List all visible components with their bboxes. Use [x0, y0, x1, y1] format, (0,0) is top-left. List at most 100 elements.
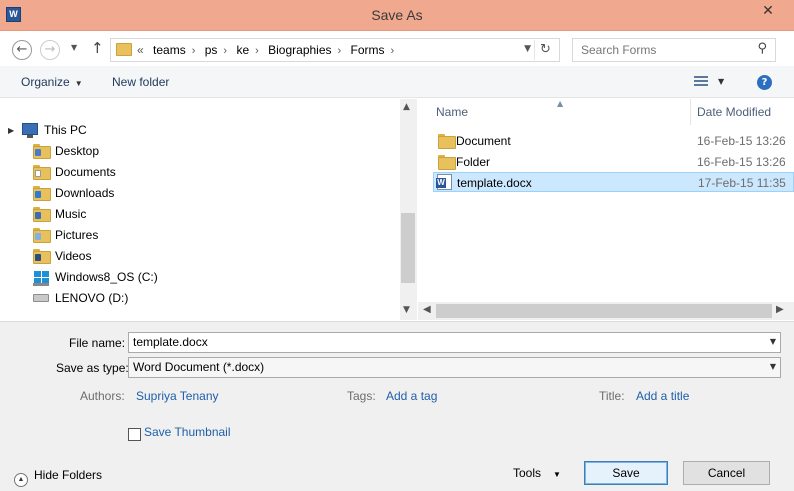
title-bar: W Save As ✕ — [0, 0, 794, 31]
cancel-button[interactable]: Cancel — [683, 461, 770, 485]
pictures-folder-icon — [33, 228, 51, 243]
nav-pane-vertical-scrollbar[interactable]: ▲ ▼ — [400, 99, 416, 320]
breadcrumb-item[interactable]: Biographies — [268, 43, 331, 57]
hide-folders-label: Hide Folders — [34, 468, 103, 482]
scrollbar-thumb[interactable] — [436, 304, 772, 318]
column-header-date-modified[interactable]: Date Modified — [690, 99, 794, 125]
file-name: Document — [456, 134, 511, 148]
scroll-up-icon[interactable]: ▲ — [403, 102, 410, 112]
save-thumbnail-label[interactable]: Save Thumbnail — [144, 425, 231, 439]
column-header-name[interactable]: Name — [418, 99, 690, 125]
save-details-panel: File name: template.docx ▼ Save as type:… — [0, 321, 794, 491]
search-box[interactable]: Search Forms ⚲ — [572, 38, 776, 62]
view-options-icon[interactable] — [694, 76, 708, 88]
scroll-left-icon[interactable]: ◀ — [423, 304, 431, 315]
breadcrumb-item[interactable]: Forms — [351, 43, 385, 57]
chevron-right-icon[interactable]: › — [192, 45, 196, 57]
window-title: Save As — [371, 7, 423, 23]
breadcrumb-overflow[interactable]: « — [137, 43, 144, 57]
scroll-down-icon[interactable]: ▼ — [403, 305, 410, 315]
save-as-type-select[interactable]: Word Document (*.docx) ▼ — [128, 357, 781, 378]
file-date: 16-Feb-15 13:26 — [697, 155, 786, 169]
music-folder-icon — [33, 207, 51, 222]
chevron-right-icon[interactable]: › — [338, 45, 342, 57]
breadcrumb-item[interactable]: ke — [236, 43, 249, 57]
documents-folder-icon — [33, 165, 51, 180]
file-name: template.docx — [457, 176, 532, 190]
close-button[interactable]: ✕ — [752, 0, 784, 22]
address-bar[interactable]: « teams › ps › ke › Biographies › Forms › ▼ ↻ — [110, 38, 560, 62]
file-list-horizontal-scrollbar[interactable]: ◀ ▶ — [418, 302, 794, 320]
caret-down-icon: ▼ — [74, 79, 83, 88]
save-as-type-value: Word Document (*.docx) — [133, 360, 265, 374]
tree-item-label: Downloads — [55, 186, 115, 200]
save-button[interactable]: Save — [584, 461, 668, 485]
tree-item-label: Music — [55, 207, 87, 221]
collapse-up-icon: ▲ — [14, 473, 28, 487]
drive-icon — [33, 294, 49, 302]
save-thumbnail-checkbox[interactable] — [128, 428, 141, 441]
tree-item-label: Pictures — [55, 228, 99, 242]
address-dropdown-icon[interactable]: ▼ — [524, 44, 531, 54]
back-button[interactable]: ← — [12, 40, 32, 60]
chevron-right-icon[interactable]: › — [223, 45, 227, 57]
tree-item-label: This PC — [44, 123, 87, 137]
tags-label: Tags: — [347, 389, 376, 403]
refresh-icon[interactable]: ↻ — [534, 40, 556, 60]
scrollbar-thumb[interactable] — [401, 213, 415, 283]
tree-item-label: Windows8_OS (C:) — [55, 270, 158, 284]
chevron-right-icon[interactable]: › — [391, 45, 395, 57]
search-icon[interactable]: ⚲ — [757, 41, 767, 56]
tools-label: Tools — [513, 466, 542, 480]
file-name-value: template.docx — [133, 335, 208, 349]
videos-folder-icon — [33, 249, 51, 264]
tree-item-label: Videos — [55, 249, 92, 263]
folder-icon — [438, 134, 456, 149]
file-row[interactable]: Document 16-Feb-15 13:26 — [433, 131, 794, 151]
folder-icon — [116, 43, 132, 56]
scroll-right-icon[interactable]: ▶ — [776, 304, 784, 315]
title-label: Title: — [599, 389, 625, 403]
pc-icon — [22, 123, 38, 138]
organize-button[interactable]: Organize ▼ — [21, 75, 83, 89]
view-options-dropdown-icon[interactable]: ▼ — [718, 77, 724, 86]
column-header-label: Name — [436, 105, 469, 119]
file-row-selected[interactable]: template.docx 17-Feb-15 11:35 — [433, 172, 794, 192]
expand-caret-icon[interactable]: ▶ — [8, 126, 14, 135]
title-value[interactable]: Add a title — [636, 389, 689, 403]
hide-folders-button[interactable]: ▲ Hide Folders — [14, 468, 102, 487]
save-as-type-label: Save as type: — [56, 361, 129, 375]
new-folder-button[interactable]: New folder — [112, 75, 169, 89]
authors-label: Authors: — [80, 389, 125, 403]
windows-drive-icon — [33, 270, 49, 286]
authors-value[interactable]: Supriya Tenany — [136, 389, 219, 403]
chevron-down-icon[interactable]: ▼ — [770, 337, 776, 346]
breadcrumb-item[interactable]: teams — [153, 43, 186, 57]
forward-button[interactable]: → — [40, 40, 60, 60]
recent-locations-dropdown-icon[interactable]: ▼ — [71, 43, 77, 52]
file-name: Folder — [456, 155, 491, 169]
tools-button[interactable]: Tools ▼ — [513, 466, 561, 480]
organize-label: Organize — [21, 75, 70, 89]
breadcrumb-item[interactable]: ps — [205, 43, 218, 57]
tree-item-label: Desktop — [55, 144, 100, 158]
tags-value[interactable]: Add a tag — [386, 389, 437, 403]
file-date: 16-Feb-15 13:26 — [697, 134, 786, 148]
navigation-bar: ← → ▼ ↑ « teams › ps › ke › Biographies › Fo… — [0, 31, 794, 65]
navigation-pane: ▶ This PC Desktop Documents Downloads Mu… — [0, 99, 417, 320]
search-input[interactable]: Search Forms — [581, 43, 656, 57]
breadcrumb: « teams › ps › ke › Biographies › Forms › — [137, 43, 400, 57]
up-button[interactable]: ↑ — [91, 39, 104, 57]
chevron-right-icon[interactable]: › — [255, 45, 259, 57]
downloads-folder-icon — [33, 186, 51, 201]
file-name-label: File name: — [69, 336, 126, 350]
tree-item-label: Documents — [55, 165, 116, 179]
help-icon[interactable]: ? — [757, 75, 772, 90]
file-row[interactable]: Folder 16-Feb-15 13:26 — [433, 152, 794, 172]
command-toolbar: Organize ▼ New folder ▼ ? — [0, 66, 794, 98]
file-date: 17-Feb-15 11:35 — [698, 176, 786, 190]
tree-item-label: LENOVO (D:) — [55, 291, 129, 305]
chevron-down-icon[interactable]: ▼ — [770, 362, 776, 371]
desktop-folder-icon — [33, 144, 51, 159]
file-name-input[interactable]: template.docx ▼ — [128, 332, 781, 353]
